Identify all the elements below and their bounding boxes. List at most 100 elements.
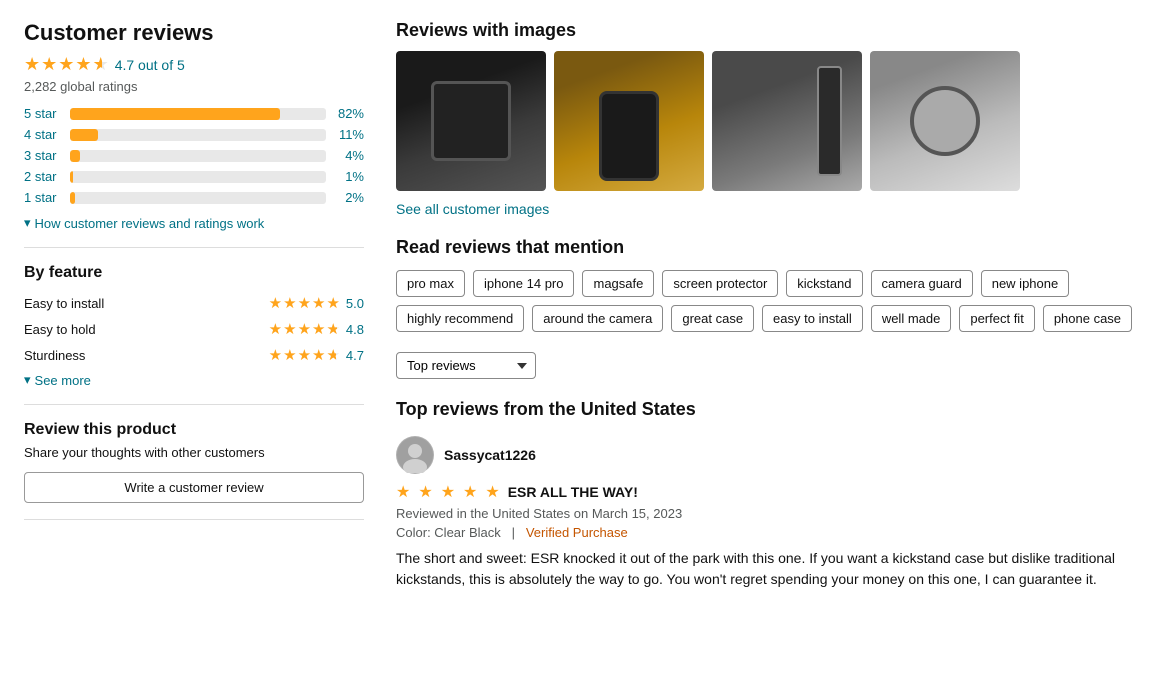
fs4: ★ (312, 294, 325, 312)
tag-great-case[interactable]: great case (671, 305, 754, 332)
overall-rating-text: 4.7 out of 5 (115, 57, 185, 73)
bar-track-4 (70, 129, 326, 141)
tag-camera-guard[interactable]: camera guard (871, 270, 973, 297)
tag-easy-install[interactable]: easy to install (762, 305, 863, 332)
bar-track-1 (70, 192, 326, 204)
bar-label-4: 4 star (24, 127, 62, 142)
feature-row-install: Easy to install ★ ★ ★ ★ ★ 5.0 (24, 294, 364, 312)
bar-row-5star[interactable]: 5 star 82% (24, 106, 364, 121)
bar-track-3 (70, 150, 326, 162)
rv-star-5: ★ (485, 482, 499, 502)
feature-row-hold: Easy to hold ★ ★ ★ ★ ★★ 4.8 (24, 320, 364, 338)
how-ratings-link[interactable]: How customer reviews and ratings work (24, 215, 364, 231)
feature-stars-hold: ★ ★ ★ ★ ★★ (269, 320, 340, 338)
bar-label-5: 5 star (24, 106, 62, 121)
tag-pro-max[interactable]: pro max (396, 270, 465, 297)
left-column: Customer reviews ★ ★ ★ ★ ★ ★ 4.7 out of … (24, 20, 364, 676)
hs3: ★ (298, 320, 311, 338)
tag-perfect-fit[interactable]: perfect fit (959, 305, 1034, 332)
star-2: ★ (41, 54, 57, 75)
feature-score-sturdy: ★ ★ ★ ★ ★★ 4.7 (269, 346, 364, 364)
global-ratings-text: 2,282 global ratings (24, 79, 364, 94)
see-more-link[interactable]: See more (24, 372, 364, 388)
bar-row-2star[interactable]: 2 star 1% (24, 169, 364, 184)
divider-3 (24, 519, 364, 520)
bar-track-5 (70, 108, 326, 120)
rv-star-1: ★ (396, 482, 410, 502)
feature-score-hold: ★ ★ ★ ★ ★★ 4.8 (269, 320, 364, 338)
bar-pct-5: 82% (334, 106, 364, 121)
star-3: ★ (58, 54, 74, 75)
bar-fill-1 (70, 192, 75, 204)
bar-fill-5 (70, 108, 280, 120)
bar-pct-3: 4% (334, 148, 364, 163)
star-1: ★ (24, 54, 40, 75)
feature-stars-install: ★ ★ ★ ★ ★ (269, 294, 340, 312)
fs1: ★ (269, 294, 282, 312)
chevron-down-icon-2 (24, 372, 31, 388)
hs1: ★ (269, 320, 282, 338)
tag-screen-protector[interactable]: screen protector (662, 270, 778, 297)
review-image-1[interactable] (396, 51, 546, 191)
bar-label-1: 1 star (24, 190, 62, 205)
review-color-label: Color: Clear Black (396, 525, 501, 540)
bar-pct-4: 11% (334, 127, 364, 142)
top-reviews-title: Top reviews from the United States (396, 399, 1150, 420)
review-product-title: Review this product (24, 421, 364, 439)
star-4: ★ (75, 54, 91, 75)
sort-row: Top reviews Most recent (396, 352, 1150, 379)
reviews-with-images-title: Reviews with images (396, 20, 1150, 41)
page-title: Customer reviews (24, 20, 364, 46)
tag-phone-case[interactable]: phone case (1043, 305, 1132, 332)
divider-2 (24, 404, 364, 405)
bar-fill-3 (70, 150, 80, 162)
fs3: ★ (298, 294, 311, 312)
tag-iphone-14-pro[interactable]: iphone 14 pro (473, 270, 575, 297)
ss2: ★ (283, 346, 296, 364)
tag-around-camera[interactable]: around the camera (532, 305, 663, 332)
review-stars-row: ★ ★ ★ ★ ★ ESR ALL THE WAY! (396, 482, 1150, 502)
ss5: ★★ (326, 346, 339, 364)
rv-star-4: ★ (463, 482, 477, 502)
see-all-images-link[interactable]: See all customer images (396, 201, 1150, 217)
tag-magsafe[interactable]: magsafe (582, 270, 654, 297)
rv-star-3: ★ (441, 482, 455, 502)
tag-highly-recommend[interactable]: highly recommend (396, 305, 524, 332)
review-image-3[interactable] (712, 51, 862, 191)
mention-title: Read reviews that mention (396, 237, 1150, 258)
rv-star-2: ★ (418, 482, 432, 502)
avatar-icon (397, 437, 433, 473)
bar-row-3star[interactable]: 3 star 4% (24, 148, 364, 163)
divider-1 (24, 247, 364, 248)
bar-fill-2 (70, 171, 73, 183)
chevron-down-icon (24, 215, 31, 231)
overall-stars: ★ ★ ★ ★ ★ ★ (24, 54, 109, 75)
bar-fill-4 (70, 129, 98, 141)
bar-track-2 (70, 171, 326, 183)
reviewer-row: Sassycat1226 (396, 436, 1150, 474)
rating-bars: 5 star 82% 4 star 11% 3 star 4% 2 star (24, 106, 364, 205)
bar-row-1star[interactable]: 1 star 2% (24, 190, 364, 205)
fs5: ★ (326, 294, 339, 312)
feature-score-val-hold: 4.8 (346, 322, 364, 337)
feature-score-val-install: 5.0 (346, 296, 364, 311)
ss3: ★ (298, 346, 311, 364)
feature-stars-sturdy: ★ ★ ★ ★ ★★ (269, 346, 340, 364)
bar-pct-2: 1% (334, 169, 364, 184)
bar-row-4star[interactable]: 4 star 11% (24, 127, 364, 142)
overall-rating-row: ★ ★ ★ ★ ★ ★ 4.7 out of 5 (24, 54, 364, 75)
ss1: ★ (269, 346, 282, 364)
by-feature-title: By feature (24, 264, 364, 282)
tag-kickstand[interactable]: kickstand (786, 270, 862, 297)
feature-row-sturdy: Sturdiness ★ ★ ★ ★ ★★ 4.7 (24, 346, 364, 364)
hs4: ★ (312, 320, 325, 338)
avatar (396, 436, 434, 474)
tag-well-made[interactable]: well made (871, 305, 952, 332)
write-review-button[interactable]: Write a customer review (24, 472, 364, 503)
review-image-2[interactable] (554, 51, 704, 191)
sort-select[interactable]: Top reviews Most recent (396, 352, 536, 379)
ss4: ★ (312, 346, 325, 364)
verified-badge: Verified Purchase (526, 525, 628, 540)
tag-new-iphone[interactable]: new iphone (981, 270, 1070, 297)
review-image-4[interactable] (870, 51, 1020, 191)
